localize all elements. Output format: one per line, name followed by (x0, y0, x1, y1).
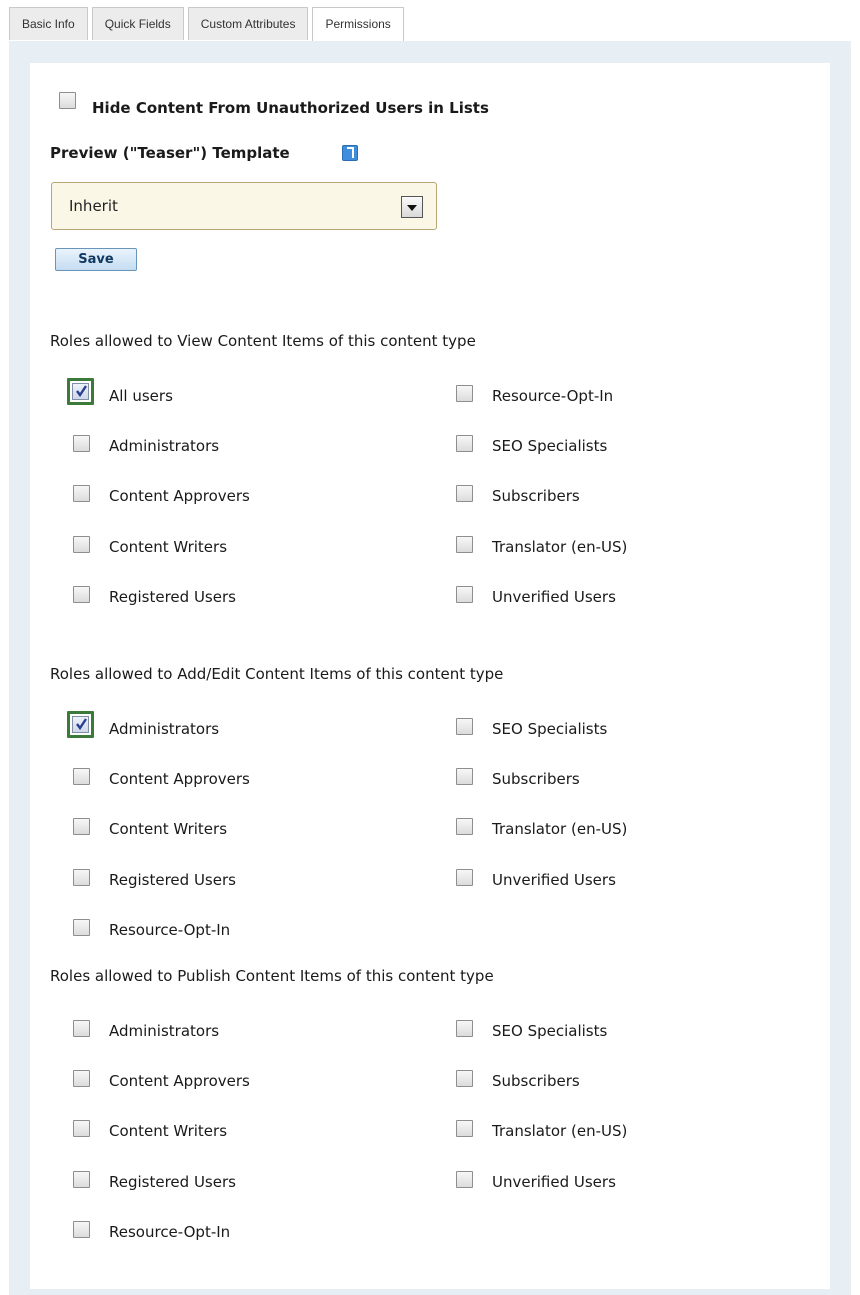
publish-role-label-seo-specialists: SEO Specialists (492, 1022, 608, 1040)
view-role-checkbox-seo-specialists[interactable] (456, 435, 473, 453)
view-role-label-seo-specialists: SEO Specialists (492, 437, 608, 456)
teaser-template-value: Inherit (69, 197, 118, 215)
view-role-checkbox-content-approvers[interactable] (73, 485, 90, 503)
edit-role-checkbox-translator-en-us[interactable] (456, 818, 473, 836)
publish-roles-heading: Roles allowed to Publish Content Items o… (50, 967, 494, 985)
edit-role-label-content-approvers: Content Approvers (109, 770, 250, 789)
publish-role-checkbox-unverified-users[interactable] (456, 1170, 473, 1188)
edit-role-label-unverified-users: Unverified Users (492, 870, 616, 889)
view-role-checkbox-translator-en-us[interactable] (456, 535, 473, 553)
view-role-label-all-users: All users (109, 387, 173, 405)
edit-role-checkbox-subscribers[interactable] (456, 768, 473, 786)
edit-role-checkbox-registered-users[interactable] (73, 868, 90, 886)
edit-role-checkbox-resource-opt-in[interactable] (73, 918, 90, 936)
edit-roles-heading: Roles allowed to Add/Edit Content Items … (50, 665, 504, 683)
view-role-checkbox-registered-users[interactable] (73, 585, 90, 603)
publish-role-label-administrators: Administrators (109, 1022, 220, 1040)
edit-role-label-registered-users: Registered Users (109, 870, 236, 889)
publish-role-checkbox-resource-opt-in[interactable] (73, 1220, 90, 1238)
publish-role-label-registered-users: Registered Users (109, 1172, 236, 1191)
publish-role-checkbox-registered-users[interactable] (73, 1170, 90, 1188)
edit-role-label-translator-en-us: Translator (en-US) (492, 820, 628, 839)
edit-role-checkbox-content-approvers[interactable] (73, 768, 90, 786)
publish-role-checkbox-content-writers[interactable] (73, 1120, 90, 1138)
publish-role-checkbox-subscribers[interactable] (456, 1070, 473, 1088)
view-role-checkbox-content-writers[interactable] (73, 535, 90, 553)
publish-role-checkbox-content-approvers[interactable] (73, 1070, 90, 1088)
edit-role-label-resource-opt-in: Resource-Opt-In (109, 920, 231, 939)
edit-role-label-administrators: Administrators (109, 720, 220, 738)
view-role-label-translator-en-us: Translator (en-US) (492, 537, 628, 556)
tab-quick-fields[interactable]: Quick Fields (91, 7, 184, 40)
publish-role-checkbox-administrators[interactable] (73, 1020, 90, 1037)
view-role-checkbox-subscribers[interactable] (456, 485, 473, 503)
publish-role-label-subscribers: Subscribers (492, 1072, 580, 1091)
edit-role-checkbox-content-writers[interactable] (73, 818, 90, 836)
view-roles-heading: Roles allowed to View Content Items of t… (50, 332, 476, 350)
view-role-label-content-approvers: Content Approvers (109, 487, 250, 506)
tab-basic-info[interactable]: Basic Info (9, 7, 88, 40)
view-role-checkbox-resource-opt-in[interactable] (456, 385, 473, 402)
tab-bar: Basic Info Quick Fields Custom Attribute… (9, 7, 408, 42)
teaser-template-label: Preview ("Teaser") Template (50, 144, 290, 162)
edit-role-label-seo-specialists: SEO Specialists (492, 720, 608, 738)
tab-custom-attributes[interactable]: Custom Attributes (187, 7, 309, 40)
view-role-label-subscribers: Subscribers (492, 487, 580, 506)
edit-role-checkbox-seo-specialists[interactable] (456, 718, 473, 735)
view-role-checkbox-all-users[interactable] (67, 378, 94, 405)
edit-role-checkbox-unverified-users[interactable] (456, 868, 473, 886)
view-role-label-resource-opt-in: Resource-Opt-In (492, 387, 614, 405)
tab-permissions[interactable]: Permissions (312, 7, 404, 42)
view-role-label-unverified-users: Unverified Users (492, 587, 616, 606)
view-role-checkbox-administrators[interactable] (73, 435, 90, 453)
hide-content-label: Hide Content From Unauthorized Users in … (92, 99, 489, 117)
edit-role-label-content-writers: Content Writers (109, 820, 228, 839)
publish-role-label-unverified-users: Unverified Users (492, 1172, 616, 1191)
publish-role-label-content-approvers: Content Approvers (109, 1072, 250, 1091)
help-icon[interactable] (342, 145, 358, 161)
save-button[interactable]: Save (55, 248, 137, 271)
teaser-template-select[interactable]: Inherit (51, 182, 437, 230)
publish-role-checkbox-translator-en-us[interactable] (456, 1120, 473, 1138)
hide-content-checkbox[interactable] (59, 92, 76, 109)
edit-role-label-subscribers: Subscribers (492, 770, 580, 789)
publish-role-label-content-writers: Content Writers (109, 1122, 228, 1141)
view-role-checkbox-unverified-users[interactable] (456, 585, 473, 603)
view-role-label-content-writers: Content Writers (109, 537, 228, 556)
edit-role-checkbox-administrators[interactable] (67, 711, 94, 738)
view-role-label-registered-users: Registered Users (109, 587, 236, 606)
publish-role-label-resource-opt-in: Resource-Opt-In (109, 1222, 231, 1241)
publish-role-label-translator-en-us: Translator (en-US) (492, 1122, 628, 1141)
chevron-down-icon[interactable] (401, 196, 423, 218)
publish-role-checkbox-seo-specialists[interactable] (456, 1020, 473, 1037)
view-role-label-administrators: Administrators (109, 437, 220, 456)
